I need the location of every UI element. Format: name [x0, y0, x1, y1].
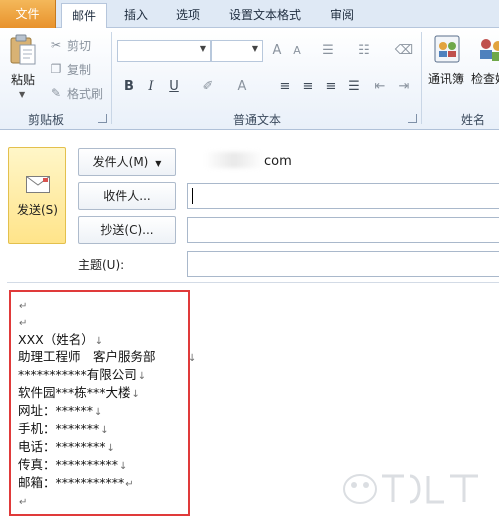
paste-button[interactable]: 粘贴 — [11, 71, 35, 88]
paragraph-mark: ↵ — [19, 497, 28, 508]
chevron-down-icon[interactable]: ▼ — [19, 90, 25, 99]
from-address: com — [264, 154, 292, 169]
address-book-button[interactable]: 通讯簿 — [428, 70, 464, 87]
tab-review[interactable]: 审阅 — [320, 3, 364, 28]
signature-line: XXX（姓名）↓ — [18, 332, 104, 347]
check-names-button[interactable]: 检查姓 — [471, 70, 499, 87]
outdent-icon[interactable]: ⇤ — [370, 77, 390, 97]
send-label: 发送(S) — [17, 203, 58, 217]
align-right-icon[interactable]: ≡ — [321, 77, 341, 97]
subject-label: 主题(U): — [78, 258, 125, 272]
font-name-combo[interactable]: ▼ — [117, 40, 211, 62]
align-left-icon[interactable]: ≡ — [275, 77, 295, 97]
format-painter-button[interactable]: ✎ 格式刷 — [49, 84, 103, 102]
group-divider — [111, 32, 112, 124]
cut-label: 剪切 — [67, 38, 92, 53]
numbering-icon[interactable]: ☷ — [354, 41, 374, 61]
from-button-label: 发件人(M) — [92, 155, 149, 169]
font-color-button[interactable]: A — [232, 77, 252, 97]
send-button[interactable]: 发送(S) — [8, 147, 66, 244]
signature-line: 邮箱：***********↵ — [18, 475, 134, 490]
bullets-icon[interactable]: ☰ — [318, 41, 338, 61]
justify-icon[interactable]: ☰ — [344, 77, 364, 97]
format-painter-icon: ✎ — [50, 86, 62, 100]
copy-icon: ❐ — [50, 62, 62, 76]
chevron-down-icon[interactable]: ▼ — [200, 44, 206, 53]
paste-icon[interactable] — [9, 34, 37, 66]
subject-field[interactable] — [187, 251, 499, 277]
chevron-down-icon: ▼ — [155, 159, 162, 168]
ribbon-tab-bar: 文件 邮件 插入 选项 设置文本格式 审阅 — [0, 0, 499, 29]
shrink-font-button[interactable]: A — [287, 41, 307, 61]
tab-insert[interactable]: 插入 — [114, 3, 158, 28]
copy-button[interactable]: ❐ 复制 — [49, 60, 91, 78]
watermark-logo — [343, 474, 478, 504]
to-button[interactable]: 收件人... — [78, 182, 176, 210]
tab-options[interactable]: 选项 — [166, 3, 210, 28]
ribbon: 粘贴 ▼ ✂ 剪切 ❐ 复制 ✎ 格式刷 剪贴板 ▼ ▼ A A ☰ ☷ ⌫ B… — [0, 28, 499, 130]
clipboard-launcher-icon[interactable] — [98, 114, 107, 123]
highlight-icon[interactable]: ✐ — [198, 77, 218, 97]
format-painter-label: 格式刷 — [67, 86, 104, 101]
names-group-label: 姓名 — [461, 113, 486, 127]
envelope-icon — [26, 176, 50, 193]
paragraph-mark: ↵ — [19, 318, 28, 329]
underline-button[interactable]: U — [164, 77, 184, 97]
align-center-icon[interactable]: ≡ — [298, 77, 318, 97]
font-size-combo[interactable]: ▼ — [211, 40, 263, 62]
to-field[interactable] — [187, 183, 499, 209]
signature-line: 助理工程师 客户服务部 — [18, 349, 156, 364]
from-button[interactable]: 发件人(M) ▼ — [78, 148, 176, 176]
text-caret — [192, 188, 193, 204]
signature-line: 电话：********↓ — [18, 439, 115, 454]
paragraph-mark: ↵ — [19, 301, 28, 312]
indent-icon[interactable]: ⇥ — [394, 77, 414, 97]
copy-label: 复制 — [67, 62, 92, 77]
clear-format-icon[interactable]: ⌫ — [394, 41, 414, 61]
italic-button[interactable]: I — [141, 77, 161, 97]
bold-button[interactable]: B — [119, 77, 139, 97]
signature-line: 网址：******↓ — [18, 403, 103, 418]
font-launcher-icon[interactable] — [408, 114, 417, 123]
group-divider — [421, 32, 422, 124]
tab-mail[interactable]: 邮件 — [61, 3, 107, 29]
signature-line: 手机：*******↓ — [18, 421, 109, 436]
cc-button[interactable]: 抄送(C)... — [78, 216, 176, 244]
tab-file[interactable]: 文件 — [0, 0, 56, 28]
chevron-down-icon[interactable]: ▼ — [252, 44, 258, 53]
clipboard-group-label: 剪贴板 — [28, 113, 65, 127]
font-group-label: 普通文本 — [233, 113, 282, 127]
line-break-mark: ↓ — [188, 353, 197, 364]
tab-format-text[interactable]: 设置文本格式 — [222, 3, 308, 28]
signature-line: ***********有限公司↓ — [18, 367, 147, 382]
signature-line: 传真：**********↓ — [18, 457, 128, 472]
from-redaction — [204, 152, 264, 168]
check-names-icon[interactable] — [476, 34, 499, 64]
signature-line: 软件园***栋***大楼↓ — [18, 385, 140, 400]
cc-field[interactable] — [187, 217, 499, 243]
address-book-icon[interactable] — [432, 34, 462, 64]
grow-font-button[interactable]: A — [267, 41, 287, 61]
cut-button[interactable]: ✂ 剪切 — [49, 36, 91, 54]
scissors-icon: ✂ — [50, 38, 62, 52]
